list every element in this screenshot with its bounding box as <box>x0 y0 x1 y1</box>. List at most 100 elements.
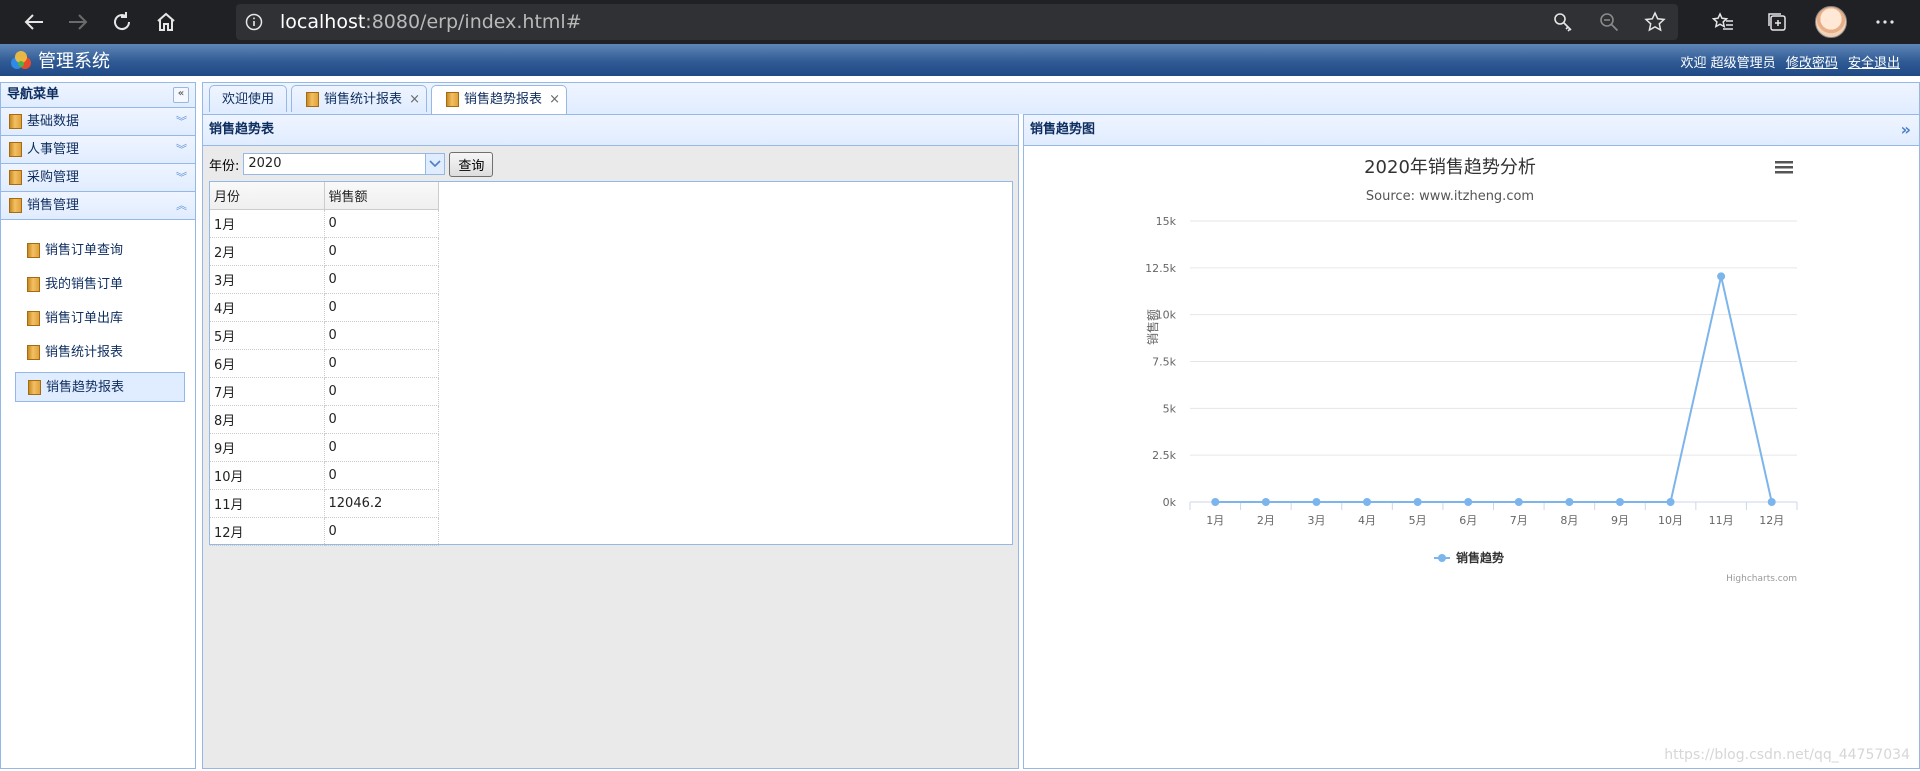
sidebar-section-purchase[interactable]: 采购管理 ︾ <box>1 164 195 192</box>
back-button[interactable] <box>12 0 56 44</box>
tab-welcome[interactable]: 欢迎使用 <box>209 85 287 112</box>
cell-month: 8月 <box>210 405 325 434</box>
sales-trend-chart-panel: 销售趋势图 » 2020年销售趋势分析 Source: www.itzheng.… <box>1023 114 1920 769</box>
data-point[interactable] <box>1464 498 1473 506</box>
data-point[interactable] <box>1717 272 1726 281</box>
sidebar-item-sales-order-outbound[interactable]: 销售订单出库 <box>15 304 185 334</box>
line-chart: 2020年销售趋势分析 Source: www.itzheng.com 销售额 … <box>1145 157 1798 584</box>
y-tick-label: 5k <box>1163 402 1177 415</box>
data-point[interactable] <box>1211 498 1220 506</box>
favorite-star-icon[interactable] <box>1632 4 1678 40</box>
table-row[interactable]: 4月 0 <box>210 293 439 322</box>
x-tick-label: 12月 <box>1759 514 1784 527</box>
cell-month: 9月 <box>210 433 325 462</box>
x-tick-label: 3月 <box>1307 514 1325 527</box>
tab-label: 销售统计报表 <box>324 92 403 107</box>
change-password-link[interactable]: 修改密码 <box>1786 56 1838 71</box>
sidebar-item-label: 销售趋势报表 <box>46 380 125 395</box>
table-row[interactable]: 1月 0 <box>210 209 439 238</box>
expand-down-icon[interactable]: ︾ <box>176 108 187 135</box>
zoom-out-icon[interactable] <box>1586 4 1632 40</box>
site-info-icon[interactable] <box>236 4 272 40</box>
logo-icon <box>11 51 31 69</box>
chevron-down-icon[interactable] <box>425 154 445 174</box>
more-menu-icon[interactable] <box>1858 0 1912 44</box>
table-row[interactable]: 7月 0 <box>210 377 439 406</box>
legend[interactable]: 销售趋势 <box>1434 550 1504 565</box>
column-header-sales[interactable]: 销售额 <box>324 182 439 210</box>
expand-down-icon[interactable]: ︾ <box>176 164 187 191</box>
sidebar-section-sales[interactable]: 销售管理 ︽ <box>1 192 195 220</box>
year-label: 年份: <box>209 158 240 174</box>
browser-toolbar: localhost:8080/erp/index.html# <box>0 0 1920 44</box>
sales-trend-grid: 月份 销售额 1月 0 2月 0 3月 0 4月 0 5月 0 6月 0 7月 0 8月 0 9月 0 10月 0 11… <box>209 181 1013 546</box>
year-select[interactable]: 2020 <box>243 153 446 175</box>
cell-month: 12月 <box>210 517 325 546</box>
folder-icon <box>9 170 22 185</box>
tab-strip: 欢迎使用 销售统计报表 × 销售趋势报表 × <box>202 82 1920 115</box>
table-row[interactable]: 8月 0 <box>210 405 439 434</box>
data-point[interactable] <box>1261 498 1270 506</box>
key-icon[interactable] <box>1540 4 1586 40</box>
user-area: 欢迎 超级管理员 修改密码 安全退出 <box>1681 52 1900 71</box>
y-tick-label: 10k <box>1156 309 1177 322</box>
cell-sales: 0 <box>324 237 439 266</box>
folder-icon <box>446 92 459 107</box>
cell-sales: 12046.2 <box>324 489 439 518</box>
address-bar[interactable]: localhost:8080/erp/index.html# <box>236 4 1678 40</box>
profile-button[interactable] <box>1804 0 1858 44</box>
url-host: localhost <box>280 11 366 33</box>
chart-credits[interactable]: Highcharts.com <box>1726 574 1797 584</box>
tab-label: 欢迎使用 <box>222 92 275 107</box>
chart-menu-icon[interactable] <box>1775 161 1793 174</box>
data-point[interactable] <box>1615 498 1624 506</box>
sidebar-item-label: 我的销售订单 <box>45 277 124 292</box>
forward-button[interactable] <box>56 0 100 44</box>
data-point[interactable] <box>1413 498 1422 506</box>
table-row[interactable]: 12月 0 <box>210 517 439 546</box>
table-row[interactable]: 11月 12046.2 <box>210 489 439 518</box>
table-row[interactable]: 3月 0 <box>210 265 439 294</box>
data-point[interactable] <box>1666 498 1675 506</box>
x-tick-label: 7月 <box>1510 514 1528 527</box>
tab-sales-statistics[interactable]: 销售统计报表 × <box>291 85 427 112</box>
table-row[interactable]: 6月 0 <box>210 349 439 378</box>
collapse-up-icon[interactable]: ︽ <box>176 192 187 219</box>
section-label: 销售管理 <box>27 198 80 213</box>
collections-icon[interactable] <box>1750 0 1804 44</box>
logout-link[interactable]: 安全退出 <box>1848 56 1900 71</box>
sidebar-item-label: 销售订单出库 <box>45 311 124 326</box>
data-point[interactable] <box>1514 498 1523 506</box>
column-header-month[interactable]: 月份 <box>210 182 325 210</box>
sidebar-section-basic-data[interactable]: 基础数据 ︾ <box>1 108 195 136</box>
data-point[interactable] <box>1312 498 1321 506</box>
cell-month: 2月 <box>210 237 325 266</box>
x-tick-label: 11月 <box>1709 514 1734 527</box>
sidebar-item-sales-trend[interactable]: 销售趋势报表 <box>15 372 185 402</box>
panel-title: 销售趋势表 <box>203 115 1018 146</box>
close-icon[interactable]: × <box>409 86 420 113</box>
expand-down-icon[interactable]: ︾ <box>176 136 187 163</box>
collapse-sidebar-icon[interactable]: « <box>173 87 189 103</box>
url-path: :8080/erp/index.html# <box>365 11 582 33</box>
sidebar-section-hr[interactable]: 人事管理 ︾ <box>1 136 195 164</box>
sidebar-item-sales-statistics[interactable]: 销售统计报表 <box>15 338 185 368</box>
sidebar-item-sales-order-query[interactable]: 销售订单查询 <box>15 236 185 266</box>
home-button[interactable] <box>144 0 188 44</box>
tab-label: 销售趋势报表 <box>464 92 543 107</box>
sales-submenu: 销售订单查询 我的销售订单 销售订单出库 销售统计报表 销售趋势报表 <box>1 220 195 402</box>
favorites-list-icon[interactable] <box>1696 0 1750 44</box>
data-point[interactable] <box>1565 498 1574 506</box>
table-row[interactable]: 9月 0 <box>210 433 439 462</box>
query-button[interactable]: 查询 <box>449 151 494 177</box>
table-row[interactable]: 10月 0 <box>210 461 439 490</box>
close-icon[interactable]: × <box>549 86 560 113</box>
table-row[interactable]: 5月 0 <box>210 321 439 350</box>
data-point[interactable] <box>1767 498 1776 506</box>
table-row[interactable]: 2月 0 <box>210 237 439 266</box>
sidebar-item-my-sales-orders[interactable]: 我的销售订单 <box>15 270 185 300</box>
tab-sales-trend[interactable]: 销售趋势报表 × <box>431 85 567 115</box>
data-point[interactable] <box>1363 498 1372 506</box>
expand-panel-icon[interactable]: » <box>1901 115 1911 145</box>
refresh-button[interactable] <box>100 0 144 44</box>
